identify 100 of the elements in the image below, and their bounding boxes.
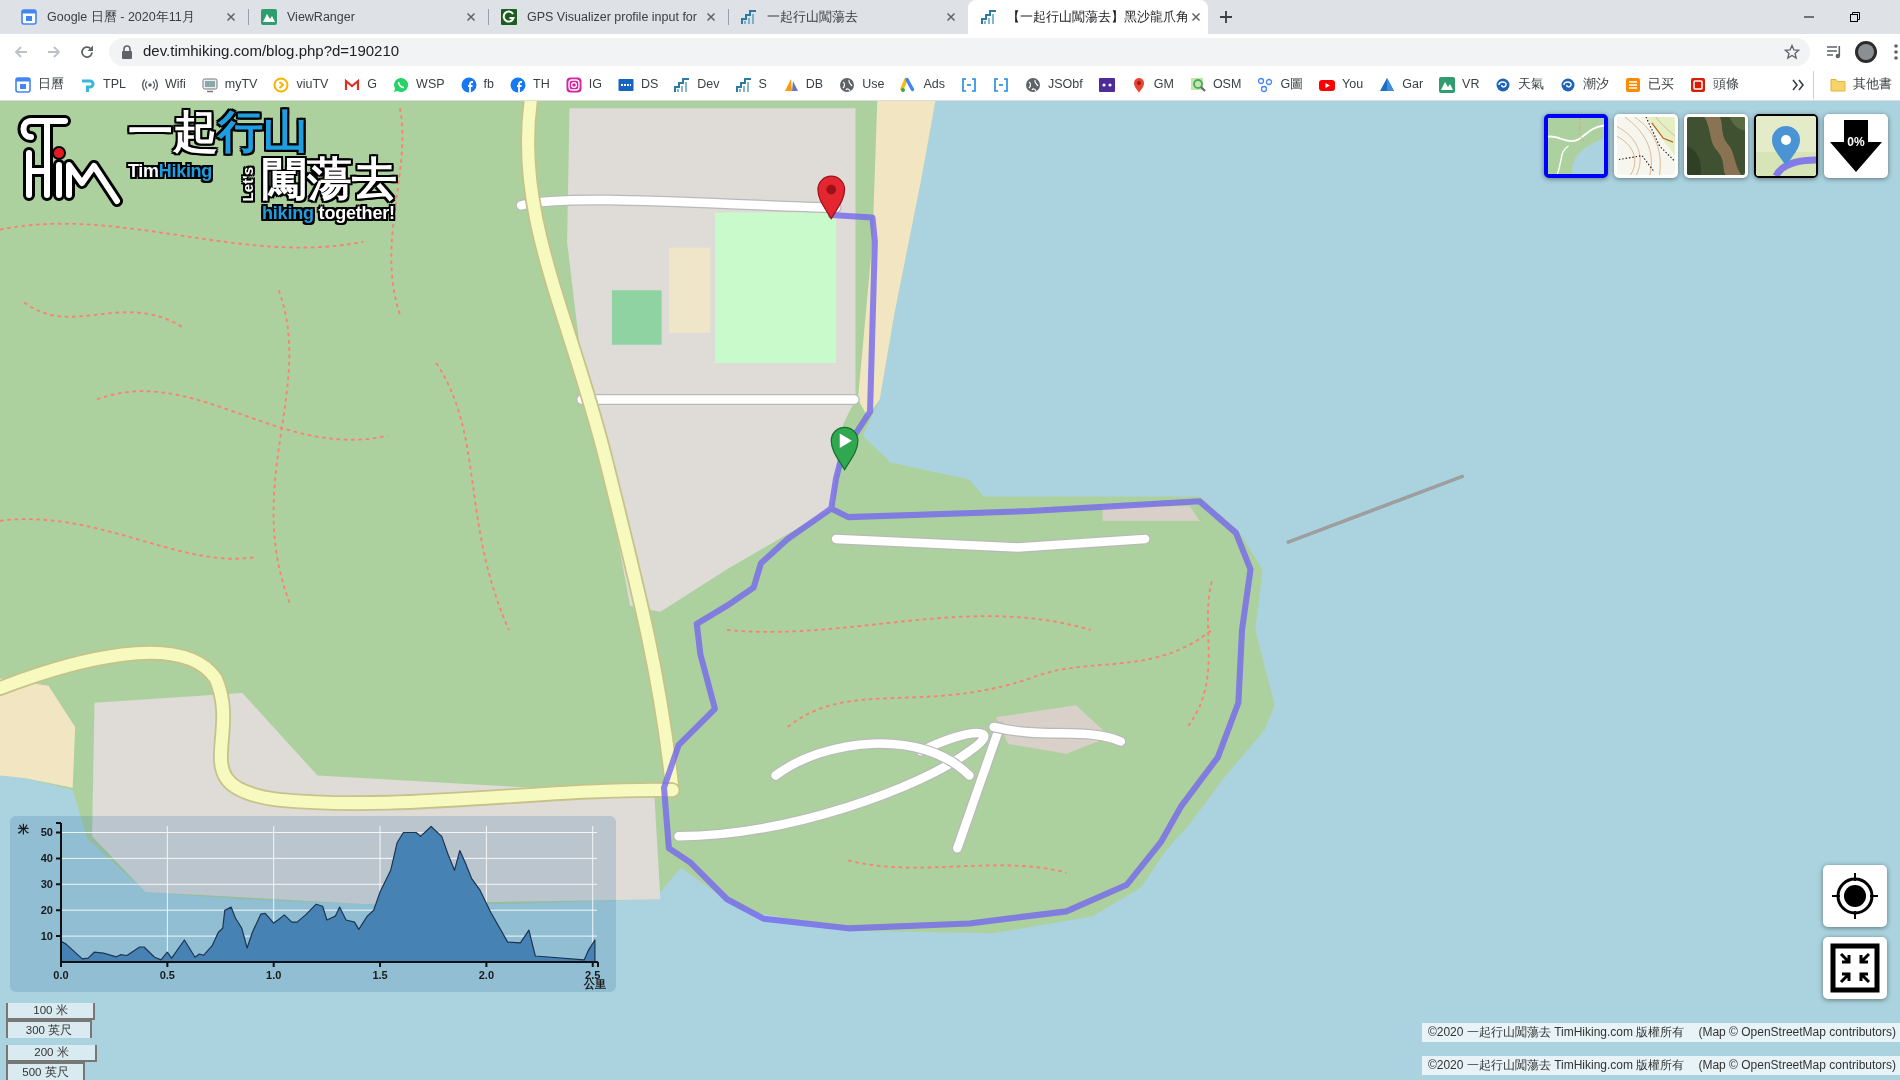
map-credit-text: (Map © OpenStreetMap contributors) — [1698, 1024, 1896, 1041]
menu-icon[interactable] — [1894, 43, 1898, 60]
browser-tab[interactable]: 【一起行山闖蕩去】黑沙龍爪角 — [968, 0, 1208, 34]
circle-logo-icon — [460, 76, 477, 93]
bookmark-link[interactable]: WSP — [385, 70, 453, 99]
bookmark-star-icon[interactable] — [1784, 43, 1800, 60]
metric-scale-bar: 100 米 — [6, 1003, 95, 1020]
avatar-icon[interactable] — [1855, 40, 1877, 63]
reload-icon[interactable] — [79, 43, 95, 60]
bookmark-link[interactable]: VR — [1431, 70, 1488, 99]
pin-icon[interactable] — [817, 175, 846, 220]
bookmark-link[interactable]: myTV — [193, 70, 266, 99]
playlist-icon[interactable] — [1826, 43, 1842, 60]
bookmark-link[interactable]: Gar — [1371, 70, 1432, 99]
download-button[interactable]: 0% — [1824, 114, 1888, 178]
collapse-arrows-icon — [1830, 943, 1880, 993]
bookmark-link[interactable]: 潮汐 — [1552, 70, 1618, 99]
tv-icon — [201, 76, 218, 93]
bookmark-link[interactable]: You — [1311, 70, 1372, 99]
locate-button[interactable] — [1823, 865, 1887, 927]
crosshair-icon — [1830, 871, 1880, 921]
site-link[interactable]: TimHiking.com — [1554, 1058, 1634, 1072]
site-link[interactable]: TimHiking.com — [1554, 1025, 1634, 1039]
bookmark-link[interactable]: TPL — [72, 70, 134, 99]
axis-unit-label: 公里 — [584, 978, 606, 990]
bookmark-link[interactable]: Wifi — [133, 70, 194, 99]
square-logo-icon — [1625, 76, 1642, 93]
bookmark-link[interactable]: Use — [831, 70, 893, 99]
bookmark-link[interactable]: fb — [452, 70, 502, 99]
square-logo-icon — [1690, 76, 1707, 93]
bookmark-link[interactable]: OSM — [1181, 70, 1250, 99]
calendar-icon — [21, 9, 37, 25]
camera-icon — [565, 76, 582, 93]
square-logo-icon — [501, 9, 517, 25]
lock-icon[interactable] — [121, 44, 133, 59]
bookmark-link[interactable]: DS — [609, 70, 667, 99]
browser-tab[interactable]: GPS Visualizer profile input for — [488, 0, 728, 34]
logo-title: 一起行山 — [128, 109, 308, 155]
logo-brand-text: TimHiking — [128, 161, 212, 181]
map-source-link[interactable]: OpenStreetMap — [1741, 1025, 1826, 1039]
wireless-icon — [141, 76, 158, 93]
bookmark-link[interactable]: DB — [774, 70, 832, 99]
satellite-image-icon — [1687, 117, 1745, 175]
route-layer-button[interactable] — [1754, 114, 1818, 178]
imperial-scale-bar: 300 英尺 — [6, 1020, 92, 1038]
tick-label: 40 — [40, 852, 53, 865]
copyright-text: ©2020 一起行山闖蕩去 TimHiking.com 版權所有 — [1427, 1057, 1685, 1074]
copyright-text: ©2020 一起行山闖蕩去 TimHiking.com 版權所有 — [1427, 1024, 1685, 1041]
play-circle-icon — [273, 76, 290, 93]
browser-tab[interactable]: ViewRanger — [248, 0, 488, 34]
street-map-icon — [1548, 118, 1604, 174]
address-field[interactable]: dev.timhiking.com/blog.php?d=190210 — [109, 37, 1810, 66]
new-tab-icon[interactable] — [1219, 10, 1233, 24]
close-icon[interactable] — [1189, 10, 1203, 24]
square-logo-icon — [617, 76, 634, 93]
steps-logo-icon — [735, 76, 752, 93]
mountain-icon — [261, 9, 277, 25]
tick-label: 2.0 — [478, 969, 495, 981]
close-icon[interactable] — [224, 10, 238, 24]
topo-map-icon — [1617, 117, 1675, 175]
close-icon[interactable] — [704, 10, 718, 24]
start-pin-icon[interactable] — [830, 426, 859, 471]
browser-tab[interactable]: Google 日曆 - 2020年11月 — [8, 0, 248, 34]
close-icon[interactable] — [464, 10, 478, 24]
close-icon[interactable] — [944, 10, 958, 24]
map-layer-button[interactable] — [1544, 114, 1608, 178]
bookmark-link[interactable]: IG — [557, 70, 610, 99]
brackets-icon — [993, 76, 1009, 93]
axis-unit-label: 米 — [18, 823, 29, 835]
bookmark-link[interactable]: Ads — [892, 70, 953, 99]
bookmark-link[interactable]: Dev — [666, 70, 728, 99]
map-credit-text: (Map © OpenStreetMap contributors) — [1698, 1057, 1896, 1074]
mountain-icon — [1439, 76, 1456, 93]
metric-scale-bar: 200 米 — [6, 1045, 97, 1062]
bookmark-folder[interactable]: 其他書 — [1822, 70, 1900, 99]
square-logo-icon — [1098, 76, 1115, 93]
folder-icon — [1830, 76, 1846, 93]
steps-logo-icon — [674, 76, 691, 93]
globe-icon — [839, 76, 856, 93]
restore-icon[interactable] — [1850, 12, 1860, 22]
steps-logo-icon — [981, 9, 997, 25]
bookmark-link[interactable]: 頭條 — [1682, 70, 1748, 99]
bookmark-link[interactable]: JSObf — [1017, 70, 1091, 99]
bookmark-link[interactable]: 已买 — [1617, 70, 1683, 99]
bookmark-link[interactable]: G — [336, 70, 386, 99]
bookmark-link[interactable]: S — [727, 70, 775, 99]
steps-logo-icon — [741, 9, 757, 25]
envelope-icon — [344, 76, 361, 93]
map-source-link[interactable]: OpenStreetMap — [1741, 1058, 1826, 1072]
browser-tab[interactable]: 一起行山闖蕩去 — [728, 0, 968, 34]
bookmark-link[interactable]: TH — [502, 70, 558, 99]
logo-tagline: hiking together! — [262, 203, 396, 223]
route-pin-icon — [1756, 116, 1816, 176]
bookmark-link[interactable]: 天氣 — [1487, 70, 1553, 99]
exit-fullscreen-button[interactable] — [1823, 937, 1887, 999]
bookmark-link[interactable]: G圖 — [1249, 70, 1312, 99]
bookmark-link[interactable]: 日曆 — [7, 70, 72, 99]
bookmark-link[interactable]: GM — [1122, 70, 1182, 99]
bookmark-link[interactable]: viuTV — [265, 70, 337, 99]
down-arrow-icon — [1828, 118, 1884, 174]
